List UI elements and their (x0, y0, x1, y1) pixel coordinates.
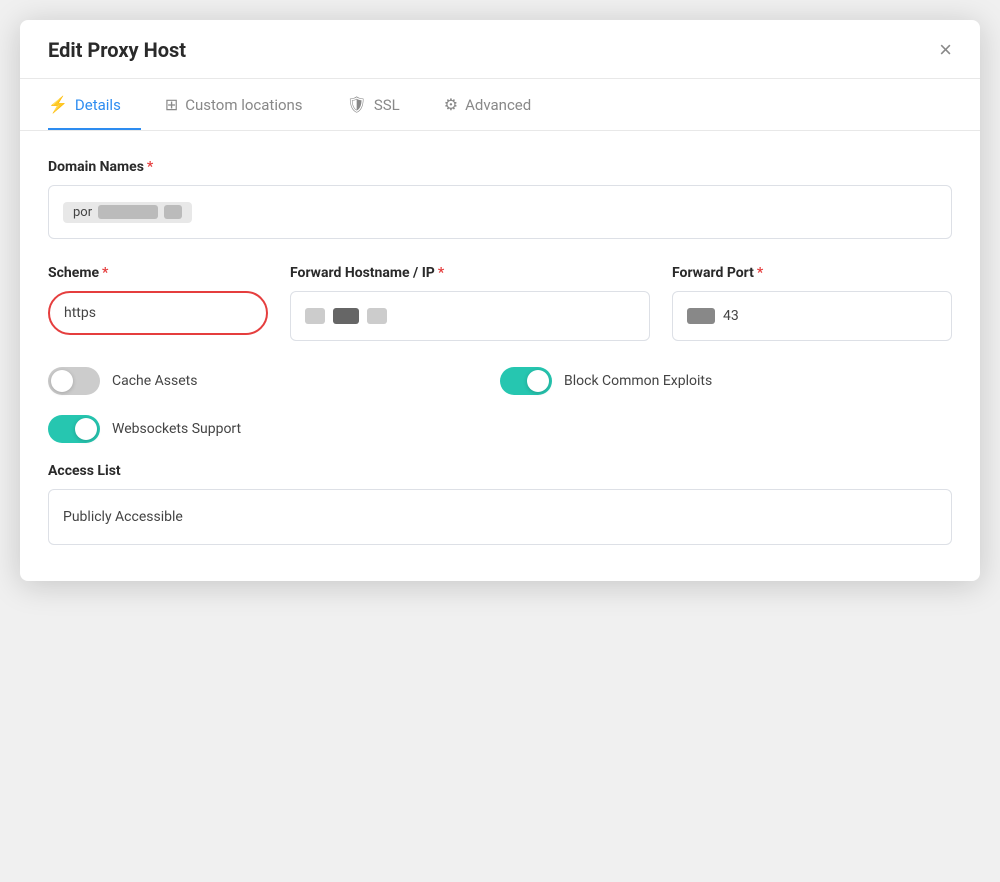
port-value: 43 (723, 308, 739, 324)
hostname-redacted-3 (367, 308, 387, 324)
hostname-required: * (438, 265, 444, 281)
modal-header: Edit Proxy Host × (20, 20, 980, 79)
port-input[interactable]: 43 (672, 291, 952, 341)
shield-icon: 🛡 (347, 95, 367, 114)
block-exploits-toggle-group: Block Common Exploits (500, 367, 952, 395)
tab-details[interactable]: ⚡ Details (48, 79, 141, 130)
hostname-label: Forward Hostname / IP* (290, 265, 650, 281)
block-exploits-knob (527, 370, 549, 392)
domain-redacted-2 (164, 205, 182, 219)
close-button[interactable]: × (939, 39, 952, 77)
access-list-section: Access List Publicly Accessible (48, 463, 952, 545)
cache-assets-knob (51, 370, 73, 392)
toggles-row-1: Cache Assets Block Common Exploits (48, 367, 952, 395)
scheme-required: * (102, 265, 108, 281)
scheme-select[interactable]: https http (48, 291, 268, 335)
block-exploits-toggle[interactable] (500, 367, 552, 395)
modal-body: Domain Names* por Scheme* https ht (20, 131, 980, 581)
hostname-field: Forward Hostname / IP* (290, 265, 650, 341)
block-exploits-label: Block Common Exploits (564, 373, 712, 389)
cache-assets-slider (48, 367, 100, 395)
tabs: ⚡ Details ⊞ Custom locations 🛡 SSL ⚙ Adv… (20, 79, 980, 131)
port-field: Forward Port* 43 (672, 265, 952, 341)
port-redacted (687, 308, 715, 324)
scheme-field: Scheme* https http (48, 265, 268, 341)
scheme-hostname-port-row: Scheme* https http Forward Hostname / IP… (48, 265, 952, 341)
cache-assets-toggle-group: Cache Assets (48, 367, 500, 395)
hostname-redacted-1 (305, 308, 325, 324)
access-list-label: Access List (48, 463, 952, 479)
tab-custom-locations[interactable]: ⊞ Custom locations (165, 79, 323, 130)
cache-assets-toggle[interactable] (48, 367, 100, 395)
domain-tag: por (63, 202, 192, 223)
port-label: Forward Port* (672, 265, 952, 281)
modal: Edit Proxy Host × ⚡ Details ⊞ Custom loc… (20, 20, 980, 581)
scheme-label: Scheme* (48, 265, 268, 281)
tab-advanced[interactable]: ⚙ Advanced (444, 79, 551, 130)
domain-names-required: * (147, 159, 153, 175)
websockets-label: Websockets Support (112, 421, 241, 437)
layers-icon: ⊞ (165, 95, 178, 114)
modal-title: Edit Proxy Host (48, 38, 186, 78)
scheme-select-wrapper: https http (48, 291, 268, 335)
toggles-row-2: Websockets Support (48, 415, 952, 443)
domain-names-input[interactable]: por (48, 185, 952, 239)
websockets-toggle[interactable] (48, 415, 100, 443)
websockets-toggle-group: Websockets Support (48, 415, 952, 443)
cache-assets-label: Cache Assets (112, 373, 197, 389)
port-required: * (757, 265, 763, 281)
websockets-slider (48, 415, 100, 443)
websockets-knob (75, 418, 97, 440)
domain-names-section: Domain Names* por (48, 159, 952, 239)
hostname-redacted-2 (333, 308, 359, 324)
domain-names-label: Domain Names* (48, 159, 952, 175)
block-exploits-slider (500, 367, 552, 395)
access-list-select[interactable]: Publicly Accessible (48, 489, 952, 545)
hostname-input[interactable] (290, 291, 650, 341)
gear-icon: ⚙ (444, 95, 458, 114)
tab-ssl[interactable]: 🛡 SSL (347, 79, 420, 130)
lightning-icon: ⚡ (48, 95, 68, 114)
domain-redacted-1 (98, 205, 158, 219)
